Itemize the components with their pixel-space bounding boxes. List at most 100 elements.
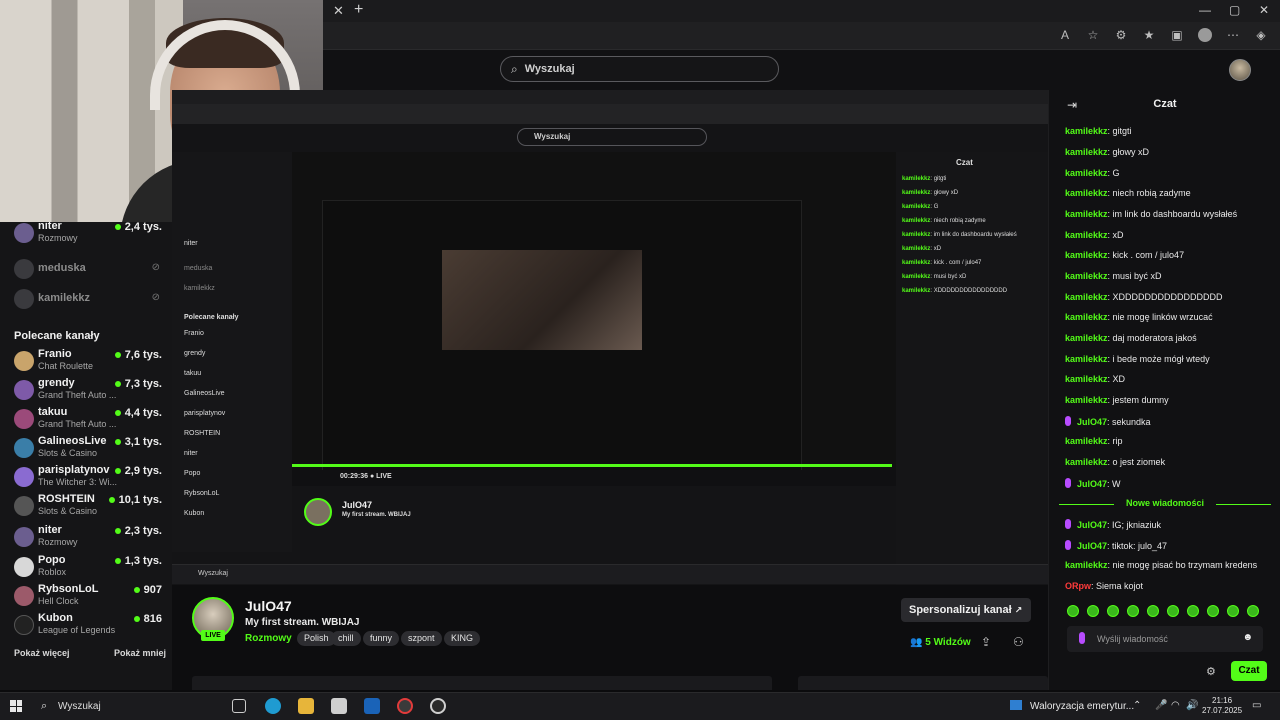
channel-name[interactable]: JulO47 bbox=[245, 598, 292, 614]
emote-icon[interactable] bbox=[1187, 605, 1199, 617]
tag-chill[interactable]: chill bbox=[331, 631, 361, 646]
minimize-button[interactable]: — bbox=[1199, 3, 1211, 17]
chat-message[interactable]: kamilekkz: daj moderatora jakoś bbox=[1065, 333, 1197, 343]
chat-message[interactable]: JulO47: sekundka bbox=[1065, 416, 1151, 427]
chat-message[interactable]: JulO47: W bbox=[1065, 478, 1121, 489]
sidebar-item-niter[interactable]: niter Rozmowy 2,4 tys. bbox=[14, 220, 166, 250]
read-aloud-icon[interactable]: A bbox=[1058, 28, 1072, 42]
windows-start-icon[interactable] bbox=[10, 700, 22, 712]
sidebar-item-roshtein[interactable]: ROSHTEIN Slots & Casino 10,1 tys. bbox=[14, 493, 166, 523]
chat-message[interactable]: JulO47: tiktok: julo_47 bbox=[1065, 540, 1167, 551]
sidebar-item-rybsonlol[interactable]: RybsonLoL Hell Clock 907 bbox=[14, 583, 166, 613]
sidebar-item-galineoslive[interactable]: GalineosLive Slots & Casino 3,1 tys. bbox=[14, 435, 166, 465]
sidebar-item-niter-recommended[interactable]: niter Rozmowy 2,3 tys. bbox=[14, 524, 166, 554]
collections-icon[interactable]: ▣ bbox=[1170, 28, 1184, 42]
chat-message[interactable]: kamilekkz: głowy xD bbox=[1065, 147, 1149, 157]
app-icon[interactable] bbox=[430, 698, 446, 714]
tag-king[interactable]: KING bbox=[444, 631, 481, 646]
user-avatar[interactable] bbox=[1229, 59, 1251, 81]
sidebar-item-meduska[interactable]: meduska ⊘ bbox=[14, 256, 166, 286]
more-icon[interactable]: ⋯ bbox=[1226, 28, 1240, 42]
emote-icon[interactable] bbox=[1127, 605, 1139, 617]
system-clock[interactable]: 21:16 27.07.2025 bbox=[1202, 696, 1242, 716]
task-view-icon[interactable] bbox=[232, 699, 246, 713]
emoji-icon[interactable]: ☻ bbox=[1242, 632, 1253, 643]
follow-icon[interactable]: ⚇ bbox=[1013, 635, 1024, 649]
live-dot-icon bbox=[133, 587, 140, 594]
copilot-icon[interactable]: ◈ bbox=[1254, 28, 1268, 42]
volume-icon[interactable]: 🔊 bbox=[1186, 700, 1198, 711]
show-more-button[interactable]: Pokaż więcej bbox=[14, 648, 70, 658]
taskbar-search[interactable]: ⌕ Wyszukaj bbox=[36, 697, 216, 717]
chat-message[interactable]: kamilekkz: niech robią zadyme bbox=[1065, 188, 1191, 198]
chat-message[interactable]: kamilekkz: kick . com / julo47 bbox=[1065, 250, 1184, 260]
chat-message[interactable]: kamilekkz: musi być xD bbox=[1065, 271, 1162, 281]
channel-category: The Witcher 3: Wi... bbox=[38, 477, 118, 487]
chat-message[interactable]: kamilekkz: nie mogę pisać bo trzymam kre… bbox=[1065, 560, 1257, 570]
close-window-button[interactable]: ✕ bbox=[1259, 3, 1269, 17]
favorite-star-icon[interactable]: ☆ bbox=[1086, 28, 1100, 42]
chat-message[interactable]: kamilekkz: im link do dashboardu wysłałe… bbox=[1065, 209, 1237, 219]
show-less-button[interactable]: Pokaż mniej bbox=[114, 648, 166, 658]
close-tab-icon[interactable]: ✕ bbox=[333, 3, 344, 19]
wifi-icon[interactable]: ◠ bbox=[1171, 700, 1180, 711]
file-explorer-icon[interactable] bbox=[298, 698, 314, 714]
emote-icon[interactable] bbox=[1147, 605, 1159, 617]
tag-polish[interactable]: Polish bbox=[297, 631, 336, 646]
tray-chevron-icon[interactable]: ⌃ bbox=[1133, 700, 1141, 711]
emote-icon[interactable] bbox=[1227, 605, 1239, 617]
favorites-icon[interactable]: ★ bbox=[1142, 28, 1156, 42]
send-chat-button[interactable]: Czat bbox=[1231, 661, 1267, 681]
chat-message[interactable]: kamilekkz: i bede może mógł wtedy bbox=[1065, 354, 1210, 364]
share-icon[interactable]: ⇪ bbox=[981, 635, 991, 649]
emote-icon[interactable] bbox=[1067, 605, 1079, 617]
chat-message[interactable]: kamilekkz: XD bbox=[1065, 374, 1125, 384]
emote-icon[interactable] bbox=[1247, 605, 1259, 617]
stream-category-link[interactable]: Rozmowy bbox=[245, 633, 292, 644]
chat-input-box[interactable]: ☻ bbox=[1067, 626, 1263, 652]
profile-icon[interactable] bbox=[1198, 28, 1212, 42]
tag-funny[interactable]: funny bbox=[363, 631, 400, 646]
chat-message[interactable]: ORpw: Siema kojot bbox=[1065, 581, 1143, 591]
microphone-icon[interactable]: 🎤 bbox=[1155, 700, 1167, 711]
extensions-icon[interactable]: ⚙ bbox=[1114, 28, 1128, 42]
edge-browser-icon[interactable] bbox=[265, 698, 281, 714]
search-input[interactable]: ⌕ Wyszukaj bbox=[500, 56, 779, 82]
sidebar-item-kamilekkz[interactable]: kamilekkz ⊘ bbox=[14, 286, 166, 316]
sidebar-item-parisplatynov[interactable]: parisplatynov The Witcher 3: Wi... 2,9 t… bbox=[14, 464, 166, 494]
tag-szpont[interactable]: szpont bbox=[401, 631, 442, 646]
chat-message[interactable]: kamilekkz: gitgti bbox=[1065, 126, 1132, 136]
chat-message[interactable]: kamilekkz: o jest ziomek bbox=[1065, 457, 1165, 467]
emote-icon[interactable] bbox=[1087, 605, 1099, 617]
video-frame[interactable]: Wyszukaj niter meduska kamilekkz Polecan… bbox=[172, 90, 1048, 585]
viewer-count: 4,4 tys. bbox=[114, 407, 162, 419]
sidebar-item-grendy[interactable]: grendy Grand Theft Auto ... 7,3 tys. bbox=[14, 377, 166, 407]
emote-icon[interactable] bbox=[1107, 605, 1119, 617]
emote-icon[interactable] bbox=[1207, 605, 1219, 617]
emote-icon[interactable] bbox=[1167, 605, 1179, 617]
maximize-button[interactable]: ▢ bbox=[1229, 3, 1240, 17]
chat-message[interactable]: kamilekkz: xD bbox=[1065, 230, 1124, 240]
chat-message[interactable]: kamilekkz: nie mogę linków wrzucać bbox=[1065, 312, 1213, 322]
news-widget[interactable]: Waloryzacja emerytur... bbox=[1010, 700, 1134, 712]
outlook-icon[interactable] bbox=[364, 698, 380, 714]
obs-icon[interactable] bbox=[397, 698, 413, 714]
chat-message[interactable]: kamilekkz: XDDDDDDDDDDDDDDDD bbox=[1065, 292, 1223, 302]
chat-message[interactable]: kamilekkz: G bbox=[1065, 168, 1120, 178]
chat-message[interactable]: JulO47: IG; jkniaziuk bbox=[1065, 519, 1161, 530]
chat-settings-icon[interactable]: ⚙ bbox=[1206, 665, 1216, 678]
chat-message[interactable]: kamilekkz: jestem dumny bbox=[1065, 395, 1169, 405]
store-icon[interactable] bbox=[331, 698, 347, 714]
viewers-icon: 👥 bbox=[910, 637, 923, 648]
chat-message[interactable]: kamilekkz: rip bbox=[1065, 436, 1123, 446]
notifications-icon[interactable]: ▭ bbox=[1252, 700, 1261, 711]
mic-badge-icon bbox=[1065, 540, 1071, 550]
nested-search: Wyszukaj bbox=[517, 128, 707, 146]
sidebar-item-takuu[interactable]: takuu Grand Theft Auto ... 4,4 tys. bbox=[14, 406, 166, 436]
sidebar-item-popo[interactable]: Popo Roblox 1,3 tys. bbox=[14, 554, 166, 584]
chat-message-input[interactable] bbox=[1097, 631, 1237, 647]
sidebar-item-kubon[interactable]: Kubon League of Legends 816 bbox=[14, 612, 166, 642]
personalize-channel-button[interactable]: Spersonalizuj kanał ↗ bbox=[901, 598, 1031, 622]
sidebar-item-franio[interactable]: Franio Chat Roulette 7,6 tys. bbox=[14, 348, 166, 378]
new-tab-button[interactable]: + bbox=[354, 1, 363, 19]
